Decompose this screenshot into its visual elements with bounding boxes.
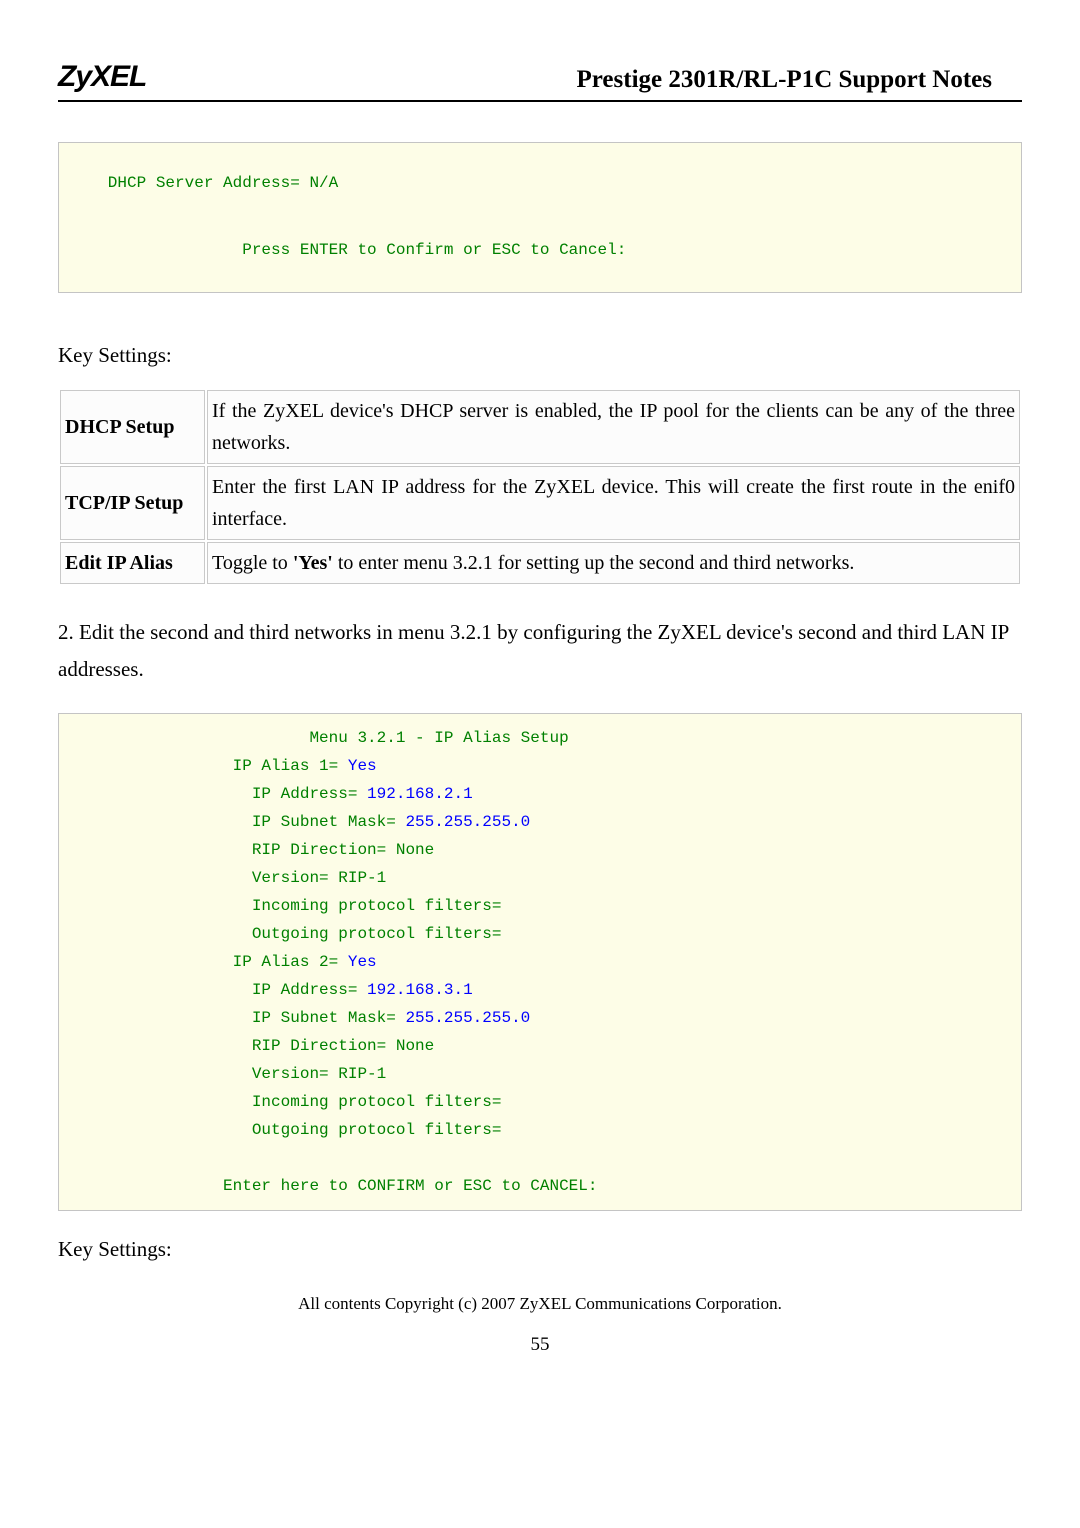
settings-table-1: DHCP Setup If the ZyXEL device's DHCP se…: [58, 388, 1022, 586]
code-box-ip-alias: Menu 3.2.1 - IP Alias Setup IP Alias 1= …: [58, 713, 1022, 1211]
table-row: DHCP Setup If the ZyXEL device's DHCP se…: [60, 390, 1020, 464]
code-highlight: 255.255.255.0: [405, 1009, 530, 1027]
code-line: Incoming protocol filters=: [79, 897, 501, 915]
code-line: Version= RIP-1: [79, 869, 386, 887]
page-number: 55: [58, 1334, 1022, 1356]
code-line: Menu 3.2.1 - IP Alias Setup: [79, 729, 569, 747]
footer-copyright: All contents Copyright (c) 2007 ZyXEL Co…: [58, 1294, 1022, 1314]
page-header: ZyXEL Prestige 2301R/RL-P1C Support Note…: [58, 60, 1022, 102]
code-line: Incoming protocol filters=: [79, 1093, 501, 1111]
code-line: Enter here to CONFIRM or ESC to CANCEL:: [79, 1177, 597, 1195]
cell-label-dhcp-setup: DHCP Setup: [60, 390, 205, 464]
cell-desc: Toggle to 'Yes' to enter menu 3.2.1 for …: [207, 542, 1020, 584]
code-box-dhcp: DHCP Server Address= N/A Press ENTER to …: [58, 142, 1022, 293]
code-line: IP Subnet Mask=: [79, 813, 405, 831]
cell-label-tcpip-setup: TCP/IP Setup: [60, 466, 205, 540]
code-line: Outgoing protocol filters=: [79, 1121, 501, 1139]
code-highlight: Yes: [348, 757, 377, 775]
table-row: TCP/IP Setup Enter the first LAN IP addr…: [60, 466, 1020, 540]
logo: ZyXEL: [58, 60, 146, 94]
table-row: Edit IP Alias Toggle to 'Yes' to enter m…: [60, 542, 1020, 584]
code-highlight: 192.168.3.1: [367, 981, 473, 999]
code-line: Press ENTER to Confirm or ESC to Cancel:: [79, 241, 626, 259]
cell-desc: If the ZyXEL device's DHCP server is ena…: [207, 390, 1020, 464]
code-line: RIP Direction= None: [79, 1037, 434, 1055]
code-line: DHCP Server Address= N/A: [79, 174, 338, 192]
code-highlight: 192.168.2.1: [367, 785, 473, 803]
code-line: IP Alias 1=: [79, 757, 348, 775]
cell-desc: Enter the first LAN IP address for the Z…: [207, 466, 1020, 540]
text-bold: 'Yes': [293, 552, 333, 574]
page-title: Prestige 2301R/RL-P1C Support Notes: [577, 66, 1022, 94]
code-line: IP Address=: [79, 981, 367, 999]
key-settings-heading-1: Key Settings:: [58, 343, 1022, 368]
key-settings-heading-2: Key Settings:: [58, 1237, 1022, 1262]
text: Toggle to: [212, 552, 293, 574]
cell-label-edit-ip-alias: Edit IP Alias: [60, 542, 205, 584]
code-line: Outgoing protocol filters=: [79, 925, 501, 943]
paragraph-step2: 2. Edit the second and third networks in…: [58, 614, 1022, 688]
code-line: IP Address=: [79, 785, 367, 803]
code-line: RIP Direction= None: [79, 841, 434, 859]
code-highlight: Yes: [348, 953, 377, 971]
code-line: Version= RIP-1: [79, 1065, 386, 1083]
code-line: IP Alias 2=: [79, 953, 348, 971]
code-highlight: 255.255.255.0: [405, 813, 530, 831]
code-line: IP Subnet Mask=: [79, 1009, 405, 1027]
text: to enter menu 3.2.1 for setting up the s…: [333, 552, 855, 574]
